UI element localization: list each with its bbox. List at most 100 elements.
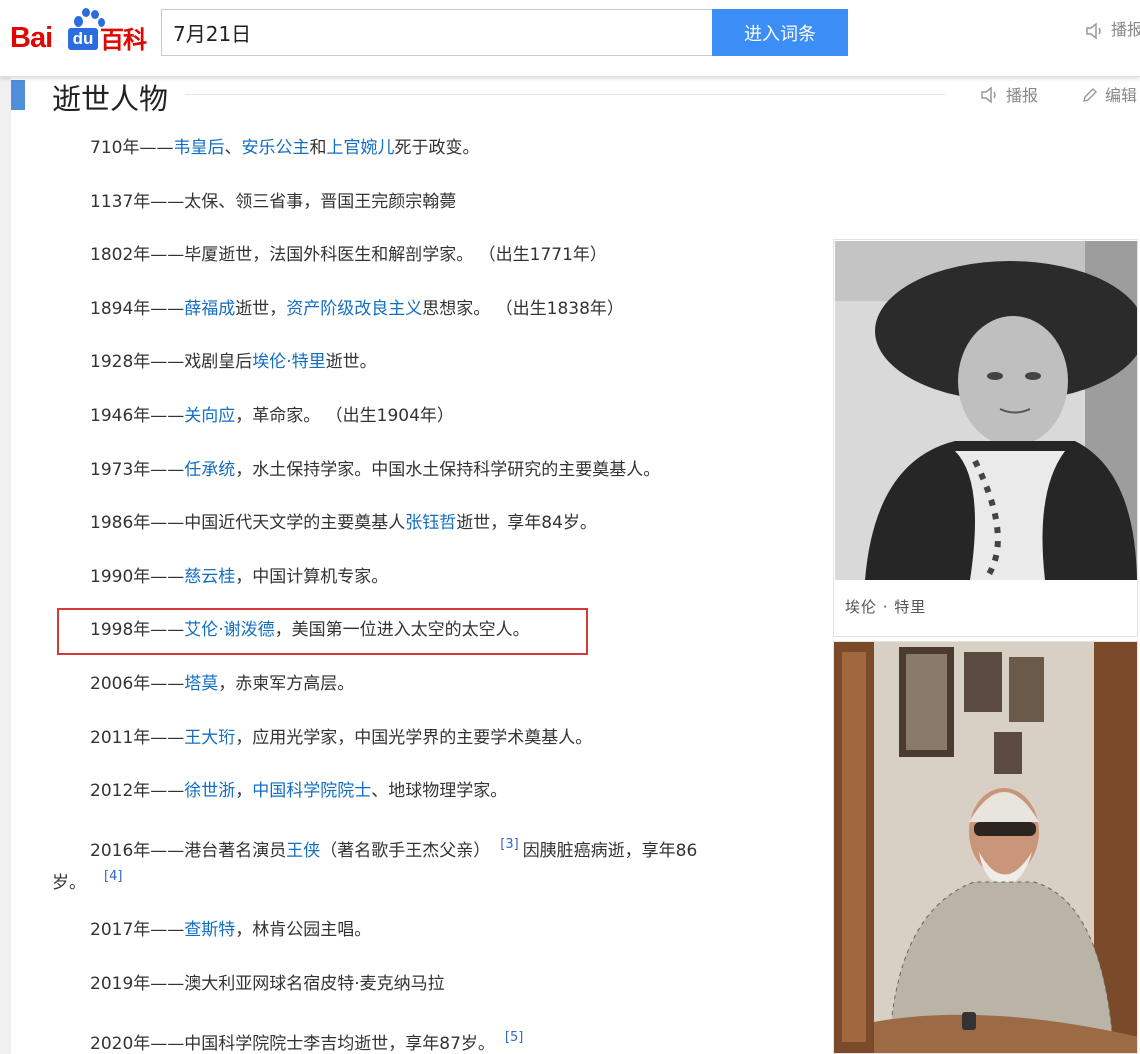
- event-year: 2019年——: [90, 974, 185, 994]
- event-text: 逝世。: [325, 352, 377, 372]
- highlight-box: [57, 608, 588, 655]
- event-row: 2020年——中国科学院院士李吉均逝世，享年87岁。 [5]: [90, 1027, 527, 1054]
- figure-caption: 埃伦 · 特里: [845, 598, 927, 616]
- logo-baike-text: 百科: [100, 26, 147, 54]
- person-link[interactable]: 资产阶级改良主义: [286, 299, 422, 319]
- event-text: 和: [309, 138, 327, 158]
- event-text: 戏剧皇后: [184, 352, 253, 372]
- event-text: 澳大利亚网球名宿皮特·麦克纳马拉: [184, 974, 445, 994]
- event-row: 1137年——太保、领三省事，晋国王完颜宗翰薨: [90, 191, 456, 213]
- event-row: 2017年——查斯特，林肯公园主唱。: [90, 919, 371, 941]
- enter-entry-button[interactable]: 进入词条: [712, 9, 848, 56]
- speaker-icon: [1086, 21, 1101, 40]
- event-text: 因胰脏癌病逝，享年86: [522, 841, 698, 861]
- event-row: 2019年——澳大利亚网球名宿皮特·麦克纳马拉: [90, 973, 445, 995]
- event-year: 1946年——: [90, 406, 185, 426]
- person-link[interactable]: 塔莫: [184, 674, 218, 694]
- person-link[interactable]: 韦皇后: [173, 138, 224, 158]
- top-bar: Bai du 百科 进入词条 播报: [0, 0, 1140, 77]
- event-text: ，赤柬军方高层。: [218, 674, 355, 694]
- event-year: 2011年——: [90, 728, 185, 748]
- elderly-man-photo[interactable]: [834, 642, 1138, 1054]
- person-link[interactable]: 安乐公主: [241, 138, 309, 158]
- event-row: 710年——韦皇后、安乐公主和上官婉儿死于政变。: [90, 137, 479, 159]
- event-2016-continuation-text: 岁。: [52, 873, 86, 893]
- pencil-icon: [1083, 88, 1097, 102]
- event-text: 中国近代天文学的主要奠基人: [184, 513, 406, 533]
- event-year: 1894年——: [90, 299, 185, 319]
- event-text: 死于政变。: [394, 138, 480, 158]
- event-year: 1802年——: [90, 245, 185, 265]
- section-edit-label: 编辑: [1105, 86, 1138, 105]
- person-link[interactable]: 中国科学院院士: [252, 781, 371, 801]
- event-year: 2006年——: [90, 674, 185, 694]
- event-row: 2016年——港台著名演员王侠（著名歌手王杰父亲） [3] 因胰脏癌病逝，享年86: [90, 834, 697, 862]
- section-marker: [11, 80, 25, 110]
- reference-link[interactable]: [4]: [104, 869, 122, 884]
- event-year: 2012年——: [90, 781, 185, 801]
- person-link[interactable]: 查斯特: [184, 920, 235, 940]
- person-link[interactable]: 任承统: [184, 460, 235, 480]
- event-text: 、: [224, 138, 242, 158]
- event-text: 、地球物理学家。: [371, 781, 508, 801]
- person-link[interactable]: 上官婉儿: [326, 138, 394, 158]
- event-text: 太保、领三省事，晋国王完颜宗翰薨: [184, 192, 457, 212]
- top-broadcast-label: 播报: [1111, 20, 1140, 39]
- event-text: 逝世，: [235, 299, 287, 319]
- person-link[interactable]: 张钰哲: [405, 513, 456, 533]
- section-broadcast-label: 播报: [1006, 86, 1039, 105]
- left-gutter: [0, 77, 11, 1054]
- event-row: 2012年——徐世浙，中国科学院院士、地球物理学家。: [90, 780, 507, 802]
- event-row: 1946年——关向应，革命家。 （出生1904年）: [90, 405, 454, 427]
- section-broadcast-button[interactable]: 播报: [980, 82, 1038, 106]
- ellen-terry-photo[interactable]: [835, 241, 1137, 580]
- event-text: ，水土保持学家。中国水土保持科学研究的主要奠基人。: [235, 460, 661, 480]
- event-text: 逝世，享年84岁。: [456, 513, 597, 533]
- event-year: 2017年——: [90, 920, 185, 940]
- person-link[interactable]: 薛福成: [184, 299, 235, 319]
- search-input[interactable]: [161, 9, 713, 56]
- event-text: 思想家。 （出生1838年）: [422, 299, 624, 319]
- event-year: 1973年——: [90, 460, 185, 480]
- event-year: 2016年——: [90, 841, 185, 861]
- person-link[interactable]: 关向应: [184, 406, 235, 426]
- event-year: 1990年——: [90, 567, 185, 587]
- baidu-baike-logo[interactable]: Bai du 百科: [8, 8, 153, 54]
- event-row: 1802年——毕厦逝世，法国外科医生和解剖学家。 （出生1771年）: [90, 244, 607, 266]
- event-text: 中国科学院院士李吉均逝世，享年87岁。: [184, 1034, 495, 1054]
- event-row: 1928年——戏剧皇后埃伦·特里逝世。: [90, 351, 377, 373]
- logo-du-text: du: [68, 28, 98, 50]
- event-row: 2011年——王大珩，应用光学家，中国光学界的主要学术奠基人。: [90, 727, 592, 749]
- event-text: 港台著名演员: [184, 841, 287, 861]
- event-row: 2006年——塔莫，赤柬军方高层。: [90, 673, 354, 695]
- event-text: ，: [235, 781, 253, 801]
- person-link[interactable]: 王侠: [286, 841, 320, 861]
- event-year: 2020年——: [90, 1034, 185, 1054]
- top-broadcast-button[interactable]: 播报: [1085, 16, 1140, 40]
- event-year: 1986年——: [90, 513, 185, 533]
- event-row: 1894年——薛福成逝世，资产阶级改良主义思想家。 （出生1838年）: [90, 298, 624, 320]
- speaker-icon: [981, 86, 996, 104]
- event-text: 毕厦逝世，法国外科医生和解剖学家。 （出生1771年）: [184, 245, 607, 265]
- figure-ellen-terry[interactable]: 埃伦 · 特里: [833, 239, 1138, 637]
- event-text: ，应用光学家，中国光学界的主要学术奠基人。: [235, 728, 593, 748]
- event-row: 1990年——慈云桂，中国计算机专家。: [90, 566, 388, 588]
- person-link[interactable]: 慈云桂: [184, 567, 235, 587]
- event-year: 1137年——: [90, 192, 185, 212]
- event-row: 1986年——中国近代天文学的主要奠基人张钰哲逝世，享年84岁。: [90, 512, 597, 534]
- paw-icon: [64, 8, 105, 30]
- event-row: 1973年——任承统，水土保持学家。中国水土保持科学研究的主要奠基人。: [90, 459, 660, 481]
- person-link[interactable]: 埃伦·特里: [252, 352, 325, 372]
- figure-elderly-man[interactable]: [833, 641, 1138, 1054]
- event-year: 710年——: [90, 138, 174, 158]
- person-link[interactable]: 徐世浙: [184, 781, 235, 801]
- logo-bai-text: Bai: [10, 22, 53, 54]
- event-text: （著名歌手王杰父亲）: [320, 841, 491, 861]
- reference-link[interactable]: [3]: [500, 837, 518, 852]
- event-2016-continuation: 岁。 [4]: [52, 866, 122, 894]
- event-text: ，林肯公园主唱。: [235, 920, 372, 940]
- event-year: 1928年——: [90, 352, 185, 372]
- person-link[interactable]: 王大珩: [184, 728, 235, 748]
- section-edit-button[interactable]: 编辑: [1081, 82, 1137, 106]
- reference-link[interactable]: [5]: [505, 1030, 523, 1045]
